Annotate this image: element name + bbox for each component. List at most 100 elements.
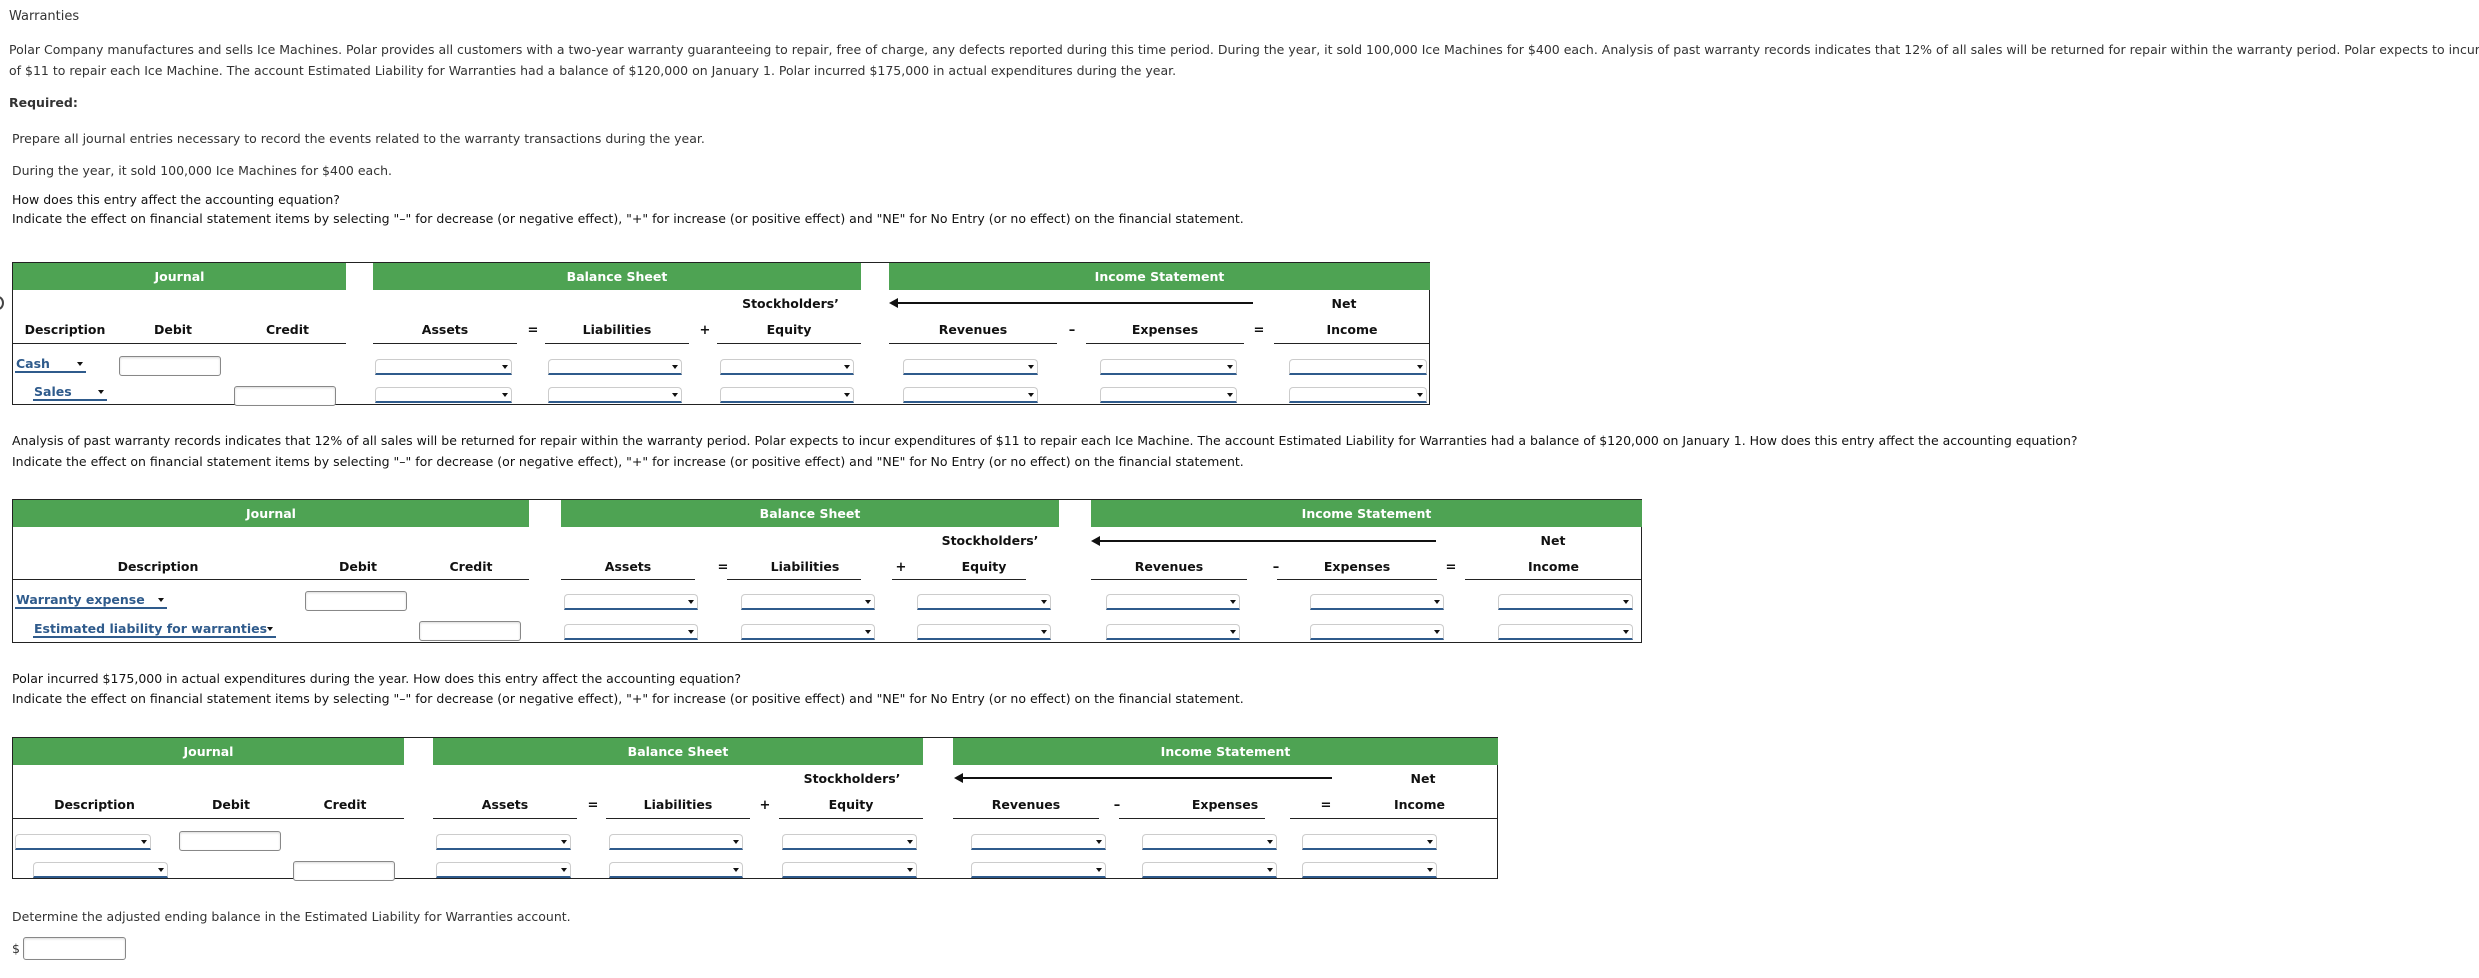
expenses-effect-select[interactable] xyxy=(1142,862,1277,878)
liabilities-effect-select[interactable] xyxy=(609,834,743,850)
arrow-left-icon xyxy=(1091,536,1436,546)
assets-header: Assets xyxy=(421,322,469,337)
assets-effect-select[interactable] xyxy=(564,624,698,640)
equity-effect-select[interactable] xyxy=(782,862,917,878)
assets-effect-select[interactable] xyxy=(375,387,512,403)
balance-sheet-header: Balance Sheet xyxy=(433,738,923,765)
equity-effect-select[interactable] xyxy=(720,359,854,375)
income-header: Income xyxy=(1527,559,1580,574)
assets-effect-select[interactable] xyxy=(564,594,698,610)
net-income-effect-select[interactable] xyxy=(1498,594,1633,610)
equity-header: Equity xyxy=(961,559,1007,574)
ending-balance-input[interactable] xyxy=(23,937,126,960)
header-underline xyxy=(779,818,923,819)
expenses-header: Expenses xyxy=(1131,322,1199,337)
expenses-effect-select[interactable] xyxy=(1100,359,1237,375)
income-statement-header: Income Statement xyxy=(1091,500,1642,527)
liabilities-header: Liabilities xyxy=(770,559,840,574)
balance-sheet-header: Balance Sheet xyxy=(561,500,1059,527)
expenses-effect-select[interactable] xyxy=(1100,387,1237,403)
equity-header: Equity xyxy=(766,322,812,337)
revenues-effect-select[interactable] xyxy=(971,862,1106,878)
expenses-effect-select[interactable] xyxy=(1142,834,1277,850)
equals-operator: = xyxy=(1445,560,1457,575)
net-income-effect-select[interactable] xyxy=(1289,387,1427,403)
revenues-effect-select[interactable] xyxy=(1106,594,1240,610)
liabilities-effect-select[interactable] xyxy=(609,862,743,878)
account-select-debit[interactable]: Warranty expense xyxy=(15,593,167,609)
credit-header: Credit xyxy=(265,322,310,337)
expenses-header: Expenses xyxy=(1191,797,1259,812)
liabilities-effect-select[interactable] xyxy=(548,387,682,403)
journal-header: Journal xyxy=(13,738,404,765)
intro-text-line-1: Polar Company manufactures and sells Ice… xyxy=(9,42,2479,57)
revenues-header: Revenues xyxy=(991,797,1061,812)
credit-input[interactable] xyxy=(419,621,521,641)
debit-input[interactable] xyxy=(119,356,221,376)
plus-operator: + xyxy=(699,323,711,338)
revenues-header: Revenues xyxy=(1134,559,1204,574)
assets-effect-select[interactable] xyxy=(436,862,571,878)
intro-text-line-2: of $11 to repair each Ice Machine. The a… xyxy=(9,63,1177,78)
credit-input[interactable] xyxy=(234,386,336,406)
credit-header: Credit xyxy=(323,797,367,812)
journal-header: Journal xyxy=(13,500,529,527)
net-income-effect-select[interactable] xyxy=(1289,359,1427,375)
account-select-credit[interactable] xyxy=(33,862,168,878)
required-label: Required: xyxy=(9,95,78,110)
income-header: Income xyxy=(1393,797,1446,812)
debit-input[interactable] xyxy=(179,831,281,851)
equals-operator: = xyxy=(527,323,539,338)
debit-input[interactable] xyxy=(305,591,407,611)
header-underline xyxy=(1086,343,1244,344)
ending-balance-question: Determine the adjusted ending balance in… xyxy=(12,909,571,924)
assets-effect-select[interactable] xyxy=(375,359,512,375)
liabilities-effect-select[interactable] xyxy=(741,594,875,610)
header-underline xyxy=(545,343,689,344)
liabilities-effect-select[interactable] xyxy=(548,359,682,375)
minus-operator: – xyxy=(1113,798,1121,813)
arrow-left-icon xyxy=(954,773,1332,783)
net-income-effect-select[interactable] xyxy=(1302,862,1437,878)
equals-operator: = xyxy=(587,798,599,813)
liabilities-effect-select[interactable] xyxy=(741,624,875,640)
liabilities-header: Liabilities xyxy=(582,322,652,337)
account-select-credit[interactable]: Sales xyxy=(33,385,107,401)
net-income-effect-select[interactable] xyxy=(1498,624,1633,640)
account-select-credit[interactable]: Estimated liability for warranties xyxy=(33,622,276,638)
account-select-debit[interactable]: Cash xyxy=(15,357,86,373)
header-underline xyxy=(561,579,695,580)
revenues-effect-select[interactable] xyxy=(1106,624,1240,640)
equity-header: Equity xyxy=(828,797,874,812)
expenses-effect-select[interactable] xyxy=(1310,624,1444,640)
scroll-indicator-circle xyxy=(0,296,4,310)
entry-1-table: Journal Balance Sheet Income Statement S… xyxy=(12,262,1430,406)
revenues-header: Revenues xyxy=(938,322,1008,337)
entry-1-question: How does this entry affect the accountin… xyxy=(12,192,340,207)
header-underline xyxy=(1119,818,1265,819)
expenses-header: Expenses xyxy=(1323,559,1391,574)
account-select-debit[interactable] xyxy=(15,834,151,850)
assets-header: Assets xyxy=(481,797,529,812)
revenues-effect-select[interactable] xyxy=(903,387,1038,403)
credit-input[interactable] xyxy=(293,861,395,881)
header-underline xyxy=(889,343,1057,344)
income-header: Income xyxy=(1326,322,1378,337)
equity-effect-select[interactable] xyxy=(917,594,1051,610)
net-income-effect-select[interactable] xyxy=(1302,834,1437,850)
description-header: Description xyxy=(117,559,199,574)
entry-3-table: Journal Balance Sheet Income Statement S… xyxy=(12,737,1498,881)
header-underline xyxy=(1274,343,1430,344)
entry-1-event-text: During the year, it sold 100,000 Ice Mac… xyxy=(12,163,392,178)
equals-operator: = xyxy=(1320,798,1332,813)
expenses-effect-select[interactable] xyxy=(1310,594,1444,610)
debit-header: Debit xyxy=(338,559,378,574)
entry-2-instruction: Indicate the effect on financial stateme… xyxy=(12,454,1244,469)
equity-effect-select[interactable] xyxy=(782,834,917,850)
equity-effect-select[interactable] xyxy=(917,624,1051,640)
entry-1-instruction: Indicate the effect on financial stateme… xyxy=(12,211,1244,226)
revenues-effect-select[interactable] xyxy=(971,834,1106,850)
revenues-effect-select[interactable] xyxy=(903,359,1038,375)
assets-effect-select[interactable] xyxy=(436,834,571,850)
equity-effect-select[interactable] xyxy=(720,387,854,403)
